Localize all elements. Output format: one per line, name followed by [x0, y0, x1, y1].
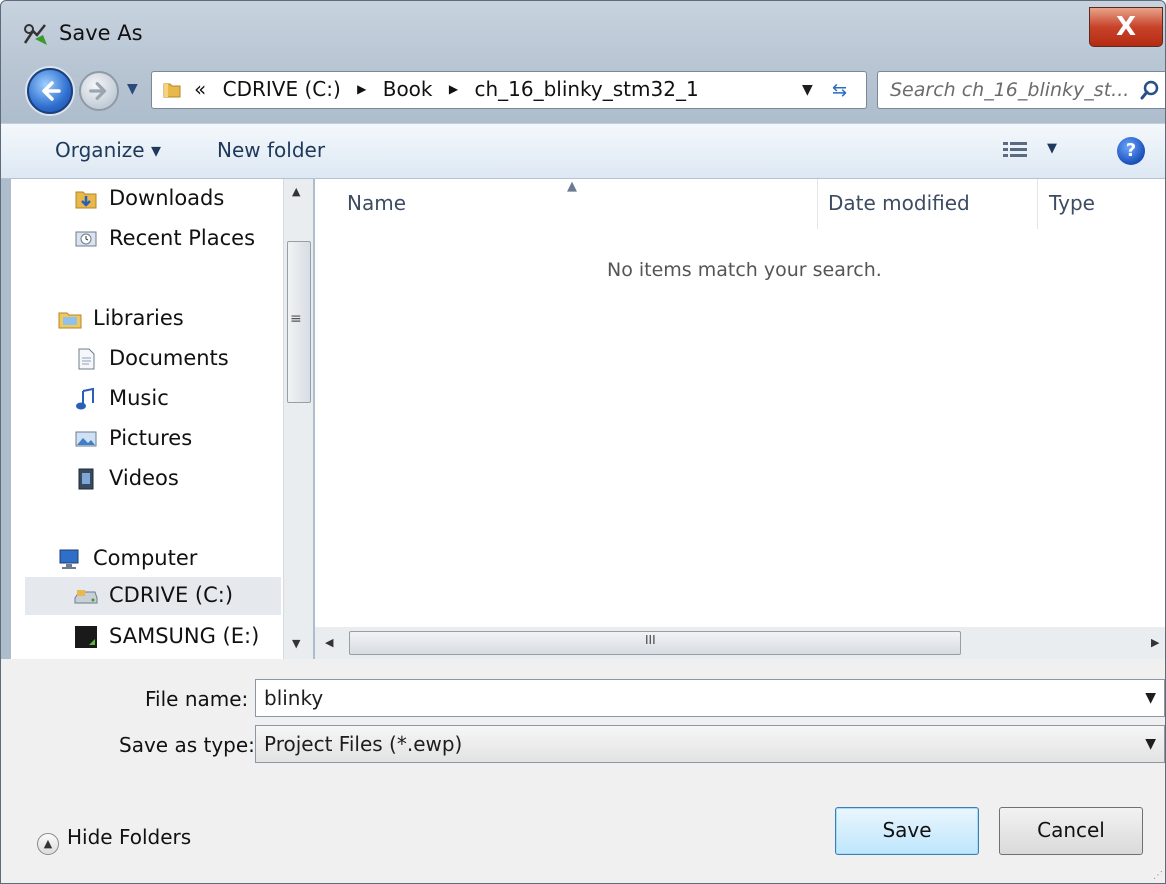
forward-button[interactable]: [79, 71, 119, 111]
sort-ascending-icon: ▲: [567, 179, 577, 194]
breadcrumb-overflow[interactable]: «: [194, 77, 206, 101]
save-as-dialog: Save As X ▼ « CDRIVE (C:) ▶ Book ▶ ch_16…: [0, 0, 1166, 884]
column-header-name[interactable]: Name: [347, 191, 406, 215]
breadcrumb-separator-icon[interactable]: ▶: [357, 82, 366, 96]
file-name-field[interactable]: blinky ▼: [255, 679, 1165, 717]
close-button[interactable]: X: [1089, 7, 1163, 47]
search-placeholder: Search ch_16_blinky_st...: [890, 79, 1130, 101]
scroll-up-icon[interactable]: ▲: [292, 185, 300, 198]
downloads-icon: [75, 191, 97, 209]
scroll-grip-icon: ≡: [290, 311, 302, 327]
address-dropdown-icon[interactable]: ▼: [802, 82, 813, 98]
view-options-icon[interactable]: [1001, 140, 1029, 162]
refresh-icon[interactable]: ⇆: [832, 80, 847, 101]
save-type-select[interactable]: Project Files (*.ewp) ▼: [255, 725, 1165, 763]
save-type-dropdown-icon[interactable]: ▼: [1145, 736, 1156, 752]
nav-item-videos[interactable]: Videos: [73, 463, 283, 497]
window-title: Save As: [59, 21, 143, 45]
column-divider[interactable]: [1037, 179, 1038, 229]
nav-item-downloads[interactable]: Downloads: [73, 183, 283, 217]
new-folder-button[interactable]: New folder: [217, 138, 325, 162]
breadcrumb-item[interactable]: ch_16_blinky_stm32_1: [474, 77, 698, 101]
recent-pages-dropdown-icon[interactable]: ▼: [127, 81, 145, 99]
nav-item-recent-places[interactable]: Recent Places: [73, 223, 283, 257]
back-button[interactable]: [27, 68, 73, 114]
music-icon: [76, 387, 94, 410]
libraries-icon: [58, 312, 82, 329]
nav-item-music[interactable]: Music: [73, 383, 283, 417]
collapse-icon: ▲: [37, 833, 59, 855]
nav-item-documents[interactable]: Documents: [73, 343, 283, 377]
videos-icon: [78, 468, 94, 490]
organize-button[interactable]: Organize ▾: [55, 138, 161, 162]
view-dropdown-icon[interactable]: ▼: [1047, 141, 1057, 156]
navigation-pane: Downloads Recent Places Libraries Docume…: [11, 179, 283, 659]
hide-folders-label: Hide Folders: [67, 825, 192, 849]
breadcrumb: « CDRIVE (C:) ▶ Book ▶ ch_16_blinky_stm3…: [194, 77, 699, 101]
column-header-type[interactable]: Type: [1049, 191, 1095, 215]
usb-drive-icon: [75, 626, 97, 648]
search-icon[interactable]: [1140, 80, 1160, 100]
title-bar[interactable]: Save As X: [1, 1, 1165, 59]
recent-places-icon: [75, 231, 97, 247]
save-type-value: Project Files (*.ewp): [264, 732, 463, 756]
dialog-footer: File name: blinky ▼ Save as type: Projec…: [1, 659, 1165, 883]
command-toolbar: Organize ▾ New folder ▼ ?: [1, 123, 1165, 179]
nav-item-pictures[interactable]: Pictures: [73, 423, 283, 457]
scroll-left-icon[interactable]: ◀: [325, 636, 333, 649]
file-list: ▲ Name Date modified Type No items match…: [315, 179, 1165, 659]
computer-icon: [59, 549, 79, 569]
file-name-dropdown-icon[interactable]: ▼: [1145, 690, 1156, 706]
resize-grip-icon[interactable]: ⋰: [1153, 870, 1163, 881]
file-name-value: blinky: [264, 686, 324, 710]
forward-arrow-icon: [89, 82, 107, 100]
nav-item-samsung[interactable]: SAMSUNG (E:): [73, 621, 283, 655]
drive-icon: [74, 590, 98, 604]
breadcrumb-item[interactable]: Book: [383, 77, 433, 101]
scroll-right-icon[interactable]: ▶: [1151, 636, 1159, 649]
nav-item-libraries[interactable]: Libraries: [57, 303, 283, 337]
breadcrumb-separator-icon[interactable]: ▶: [449, 82, 458, 96]
nav-item-cdrive[interactable]: CDRIVE (C:): [25, 577, 281, 615]
column-divider[interactable]: [817, 179, 818, 229]
breadcrumb-item[interactable]: CDRIVE (C:): [223, 77, 341, 101]
nav-item-computer[interactable]: Computer: [57, 543, 283, 577]
column-header-date-modified[interactable]: Date modified: [828, 191, 970, 215]
horizontal-scrollbar[interactable]: ◀ III ▶: [315, 627, 1165, 659]
back-arrow-icon: [42, 81, 61, 101]
save-type-label: Save as type:: [119, 733, 255, 757]
file-name-label: File name:: [145, 687, 249, 711]
scroll-grip-icon: III: [645, 633, 656, 647]
navigation-scrollbar[interactable]: ▲ ≡ ▼: [283, 179, 313, 659]
documents-icon: [78, 348, 95, 370]
help-icon[interactable]: ?: [1117, 137, 1145, 165]
empty-message: No items match your search.: [607, 259, 882, 281]
address-bar[interactable]: « CDRIVE (C:) ▶ Book ▶ ch_16_blinky_stm3…: [151, 71, 867, 109]
save-button[interactable]: Save: [835, 807, 979, 855]
scroll-down-icon[interactable]: ▼: [292, 637, 300, 650]
hide-folders-button[interactable]: ▲ Hide Folders: [37, 825, 191, 855]
search-input[interactable]: Search ch_16_blinky_st...: [877, 71, 1165, 109]
app-icon: [23, 24, 47, 45]
folder-icon: [163, 83, 181, 98]
pictures-icon: [75, 431, 97, 447]
cancel-button[interactable]: Cancel: [999, 807, 1143, 855]
